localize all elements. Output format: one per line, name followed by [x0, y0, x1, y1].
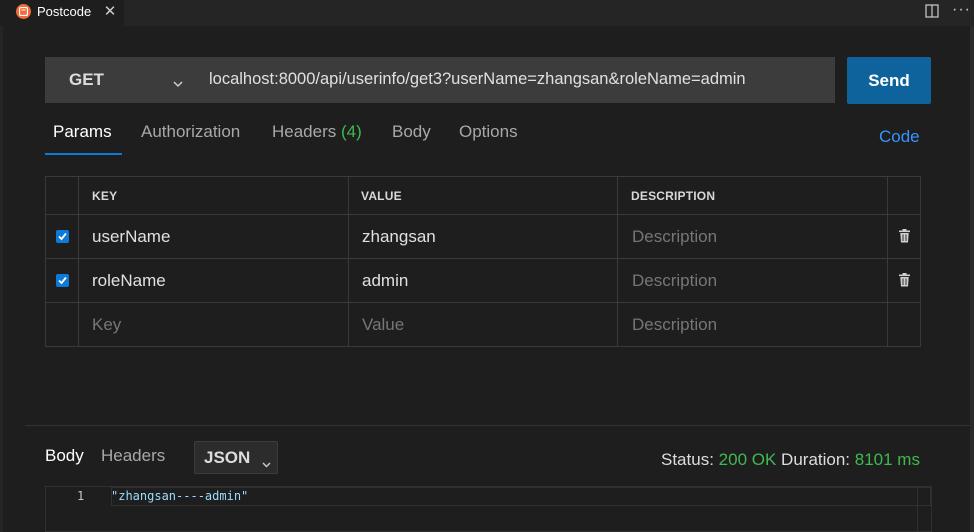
column-divider: [78, 177, 79, 346]
tab-title: Postcode: [37, 4, 92, 19]
tab-headers-label: Headers: [272, 122, 337, 141]
url-input[interactable]: localhost:8000/api/userinfo/get3?userNam…: [197, 57, 835, 103]
column-divider: [887, 177, 888, 346]
column-header-value: VALUE: [361, 189, 402, 203]
method-label: GET: [69, 70, 104, 89]
row-divider: [46, 258, 920, 259]
column-divider: [617, 177, 618, 346]
response-content[interactable]: "zhangsan----admin": [111, 489, 248, 503]
status-value: 200 OK: [718, 450, 777, 469]
response-tab-headers[interactable]: Headers: [101, 446, 165, 466]
line-number: 1: [77, 489, 85, 503]
row-checkbox[interactable]: [56, 274, 69, 287]
scrollbar-track[interactable]: [970, 26, 974, 532]
editor-scrollbar[interactable]: [917, 487, 932, 531]
param-key[interactable]: userName: [92, 227, 170, 247]
duration-value: 8101 ms: [854, 450, 920, 469]
param-value[interactable]: zhangsan: [362, 227, 436, 247]
close-icon[interactable]: ✕: [103, 2, 117, 20]
headers-count-badge: (4): [341, 122, 362, 141]
tab-body[interactable]: Body: [392, 122, 431, 142]
tab-postcode[interactable]: Postcode ✕: [0, 0, 124, 26]
tab-headers[interactable]: Headers (4): [272, 122, 362, 142]
format-label: JSON: [204, 448, 251, 467]
postcode-logo-icon: [16, 4, 31, 19]
row-checkbox[interactable]: [56, 230, 69, 243]
status-label: Status:: [661, 450, 714, 469]
tab-params[interactable]: Params: [53, 122, 112, 142]
active-tab-indicator: [45, 153, 122, 155]
row-divider: [46, 302, 920, 303]
response-tab-body[interactable]: Body: [45, 446, 84, 466]
response-status: Status: 200 OK Duration: 8101 ms: [661, 450, 920, 470]
send-button[interactable]: Send: [847, 57, 931, 104]
trash-icon[interactable]: [898, 229, 911, 248]
method-select[interactable]: GET: [45, 57, 197, 103]
editor-tab-bar: Postcode ✕ ···: [0, 0, 974, 26]
param-value[interactable]: admin: [362, 271, 408, 291]
trash-icon[interactable]: [898, 273, 911, 292]
column-divider: [348, 177, 349, 346]
url-text: localhost:8000/api/userinfo/get3?userNam…: [209, 70, 746, 88]
param-description[interactable]: Description: [632, 271, 717, 291]
column-header-description: DESCRIPTION: [631, 189, 716, 203]
param-key[interactable]: roleName: [92, 271, 166, 291]
format-select[interactable]: JSON: [194, 441, 278, 474]
duration-label: Duration:: [781, 450, 851, 469]
code-link[interactable]: Code: [879, 127, 920, 147]
column-header-key: KEY: [92, 189, 118, 203]
panel-divider[interactable]: [25, 425, 970, 426]
new-description-input[interactable]: Description: [632, 315, 717, 335]
row-divider: [46, 214, 920, 215]
more-actions-icon[interactable]: ···: [952, 1, 971, 19]
split-editor-icon[interactable]: [925, 4, 939, 23]
response-editor[interactable]: 1 "zhangsan----admin": [45, 486, 932, 532]
param-description[interactable]: Description: [632, 227, 717, 247]
tab-options[interactable]: Options: [459, 122, 518, 142]
params-table: KEY VALUE DESCRIPTION userName zhangsan …: [45, 176, 921, 347]
tab-authorization[interactable]: Authorization: [141, 122, 240, 142]
panel-edge: [0, 26, 3, 532]
chevron-down-icon: [173, 75, 183, 93]
new-value-input[interactable]: Value: [362, 315, 404, 335]
chevron-down-icon: [262, 455, 271, 473]
new-key-input[interactable]: Key: [92, 315, 121, 335]
